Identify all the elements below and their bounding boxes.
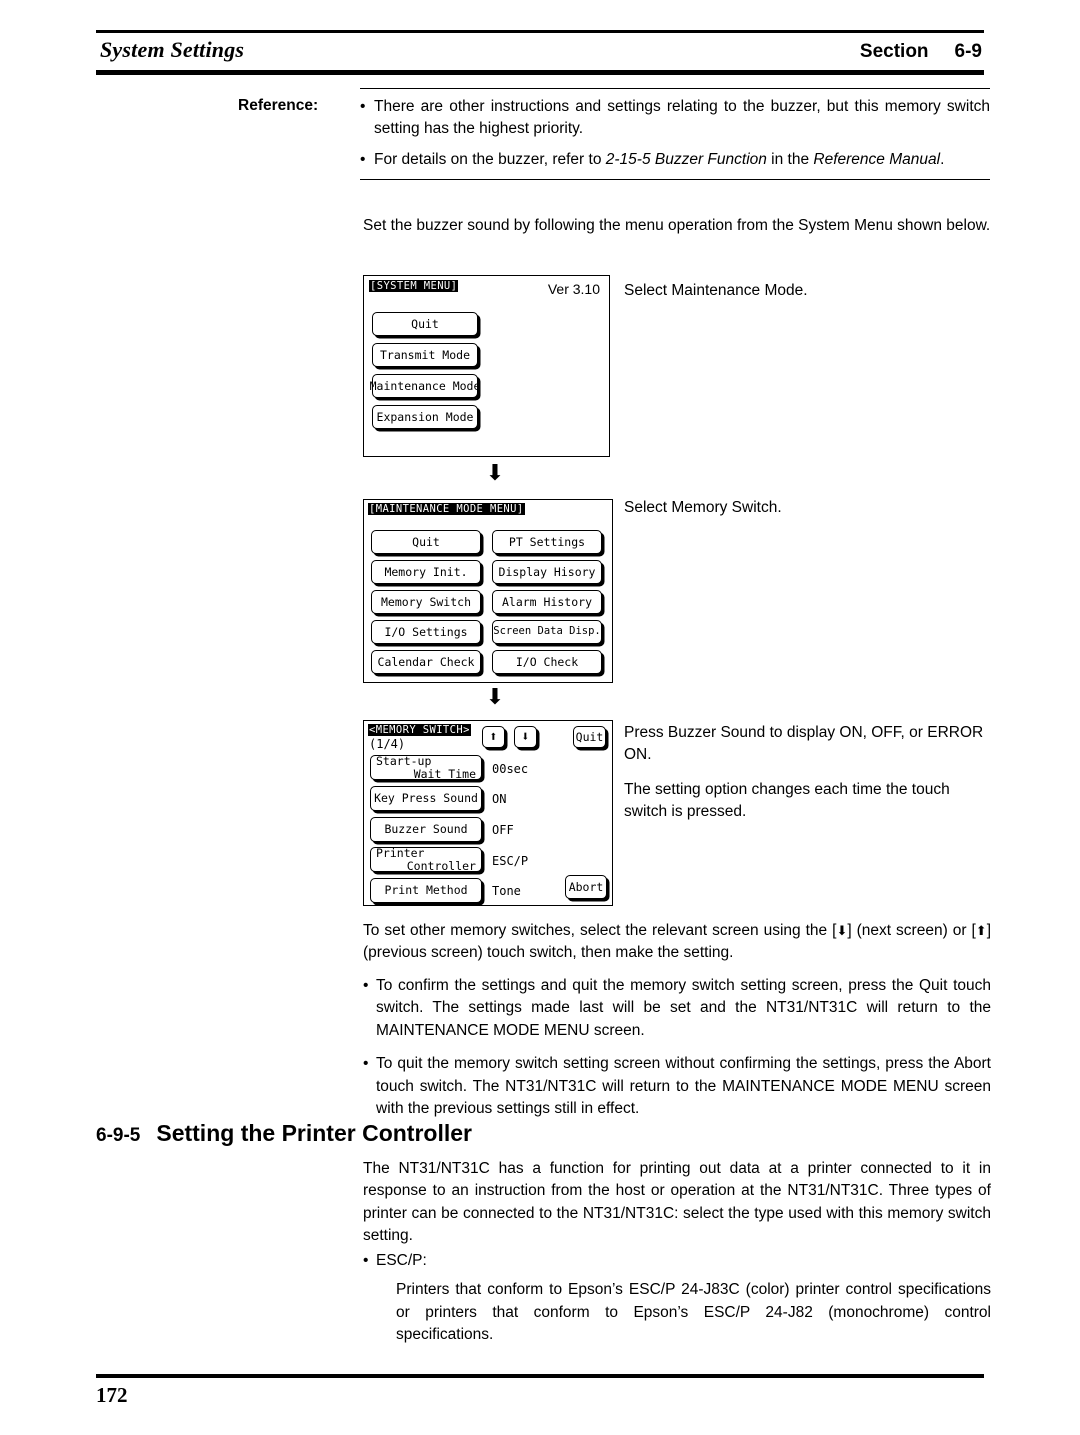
section-heading-number: 6-9-5 [96, 1125, 141, 1146]
reference-text-pre: For details on the buzzer, refer to [374, 151, 606, 168]
flow-arrow-down-icon: ⬇ [485, 460, 505, 485]
header-section-label: Section [859, 41, 929, 62]
memory-switch-value-print-method: Tone [492, 884, 521, 898]
button-label-split: Start-up Wait Time [371, 753, 481, 781]
escp-heading: • ESC/P: [363, 1250, 991, 1272]
page-number: 172 [96, 1383, 128, 1407]
reference-item-text: There are other instructions and setting… [374, 98, 990, 137]
callout-step-1: Select Maintenance Mode. [624, 282, 808, 299]
list-item: • To confirm the settings and quit the m… [363, 975, 991, 1042]
button-label-line1: Start-up [376, 753, 432, 768]
section-heading-title: Setting the Printer Controller [156, 1120, 472, 1146]
page-header: System Settings Section 6-9 [96, 30, 984, 75]
button-label-split: Printer Controller [371, 845, 481, 873]
memory-switch-page-indicator: (1/4) [369, 737, 406, 751]
memory-switch-value-key-press-sound: ON [492, 792, 507, 806]
flow-arrow-down-icon: ⬇ [485, 684, 505, 709]
callout-step-3: Press Buzzer Sound to display ON, OFF, o… [624, 722, 984, 836]
memory-switch-title: <MEMORY SWITCH> [368, 724, 471, 736]
system-menu-button-transmit-mode[interactable]: Transmit Mode [372, 343, 478, 367]
maint-button-calendar-check[interactable]: Calendar Check [371, 650, 481, 674]
header-title: System Settings [100, 37, 245, 62]
scroll-up-arrow-icon[interactable]: ⬆ [482, 726, 505, 748]
section-heading: 6-9-5 Setting the Printer Controller [96, 1120, 472, 1147]
maint-button-io-settings[interactable]: I/O Settings [371, 620, 481, 644]
system-menu-button-quit[interactable]: Quit [372, 312, 478, 336]
reference-label: Reference: [238, 97, 319, 114]
maint-button-display-history[interactable]: Display Hisory [492, 560, 602, 584]
maint-button-memory-init[interactable]: Memory Init. [371, 560, 481, 584]
memory-switch-button-buzzer-sound[interactable]: Buzzer Sound [370, 817, 482, 842]
bullet-icon: • [363, 1252, 369, 1269]
paragraph-printer-controller: The NT31/NT31C has a function for printi… [363, 1160, 991, 1245]
button-label-line2: Controller [406, 858, 476, 873]
memory-switch-abort-button[interactable]: Abort [565, 875, 607, 899]
memory-switch-value-printer-controller: ESC/P [492, 854, 529, 868]
memory-switch-value-startup-wait-time: 00sec [492, 762, 529, 776]
list-item: • To quit the memory switch setting scre… [363, 1053, 991, 1120]
callout-step-3-line-1: Press Buzzer Sound to display ON, OFF, o… [624, 724, 984, 764]
maint-button-io-check[interactable]: I/O Check [492, 650, 602, 674]
system-menu-button-expansion-mode[interactable]: Expansion Mode [372, 405, 478, 429]
paragraph-text-mid: ] (next screen) or [ [847, 922, 976, 939]
document-page: System Settings Section 6-9 Reference: •… [0, 0, 1080, 1435]
memory-switch-quit-button[interactable]: Quit [573, 726, 606, 748]
callout-step-2: Select Memory Switch. [624, 499, 782, 516]
maint-button-alarm-history[interactable]: Alarm History [492, 590, 602, 614]
system-menu-button-maintenance-mode[interactable]: Maintenance Mode [370, 374, 480, 398]
reference-item: • For details on the buzzer, refer to 2-… [360, 149, 990, 171]
page-footer: 172 [96, 1374, 984, 1408]
maint-button-screen-data-disp[interactable]: Screen Data Disp. [492, 620, 602, 644]
button-label-line1: Printer [376, 845, 425, 860]
lcd-screen-maintenance-mode-menu: [MAINTENANCE MODE MENU] Quit Memory Init… [363, 499, 613, 683]
down-arrow-key-icon: ⬇ [836, 924, 848, 939]
maint-button-pt-settings[interactable]: PT Settings [492, 530, 602, 554]
header-rule-bottom [96, 70, 984, 75]
reference-text-italic-1: 2-15-5 Buzzer Function [605, 151, 767, 168]
paragraph-other-memory-switches: To set other memory switches, select the… [363, 920, 991, 965]
reference-text-italic-2: Reference Manual [813, 151, 941, 168]
header-section-number: 6-9 [954, 41, 982, 62]
memory-switch-button-printer-controller[interactable]: Printer Controller [370, 845, 482, 873]
reference-text-post: . [940, 151, 945, 168]
reference-block: Reference: • There are other instruction… [238, 88, 990, 180]
escp-heading-label: ESC/P: [376, 1252, 427, 1269]
intro-paragraph: Set the buzzer sound by following the me… [363, 217, 991, 234]
lcd-screen-memory-switch: <MEMORY SWITCH> (1/4) ⬆ ⬇ Quit Start-up … [363, 720, 613, 906]
system-menu-title: [SYSTEM MENU] [369, 280, 459, 292]
reference-body: • There are other instructions and setti… [360, 88, 990, 180]
escp-block: • ESC/P: Printers that conform to Epson’… [363, 1250, 991, 1347]
system-menu-version: Ver 3.10 [547, 281, 600, 297]
maint-button-memory-switch[interactable]: Memory Switch [371, 590, 481, 614]
scroll-down-arrow-icon[interactable]: ⬇ [514, 726, 537, 748]
bullet-icon: • [360, 151, 366, 168]
memory-switch-button-key-press-sound[interactable]: Key Press Sound [370, 786, 482, 811]
memory-switch-button-print-method[interactable]: Print Method [370, 878, 482, 903]
bullet-icon: • [360, 98, 366, 115]
list-item-text: To quit the memory switch setting screen… [376, 1055, 991, 1118]
reference-text-mid: in the [766, 151, 814, 168]
callout-step-3-line-2: The setting option changes each time the… [624, 780, 950, 821]
bullet-list-quit-abort: • To confirm the settings and quit the m… [363, 975, 991, 1132]
header-row: System Settings Section 6-9 [96, 33, 984, 68]
bullet-icon: • [363, 1055, 369, 1073]
memory-switch-value-buzzer-sound: OFF [492, 823, 514, 837]
memory-switch-button-startup-wait-time[interactable]: Start-up Wait Time [370, 753, 482, 781]
lcd-screen-system-menu: [SYSTEM MENU] Ver 3.10 Quit Transmit Mod… [363, 275, 610, 457]
reference-item: • There are other instructions and setti… [360, 96, 990, 140]
button-label-line2: Wait Time [413, 766, 476, 781]
list-item-text: To confirm the settings and quit the mem… [376, 977, 991, 1039]
header-section-group: Section 6-9 [860, 41, 982, 63]
paragraph-text-pre: To set other memory switches, select the… [363, 922, 837, 939]
maint-button-quit[interactable]: Quit [371, 530, 481, 554]
up-arrow-key-icon: ⬆ [975, 924, 987, 939]
bullet-icon: • [363, 977, 369, 994]
maintenance-menu-title: [MAINTENANCE MODE MENU] [368, 503, 525, 515]
escp-description: Printers that conform to Epson’s ESC/P 2… [396, 1281, 991, 1344]
reference-item-text: For details on the buzzer, refer to 2-15… [374, 149, 990, 171]
